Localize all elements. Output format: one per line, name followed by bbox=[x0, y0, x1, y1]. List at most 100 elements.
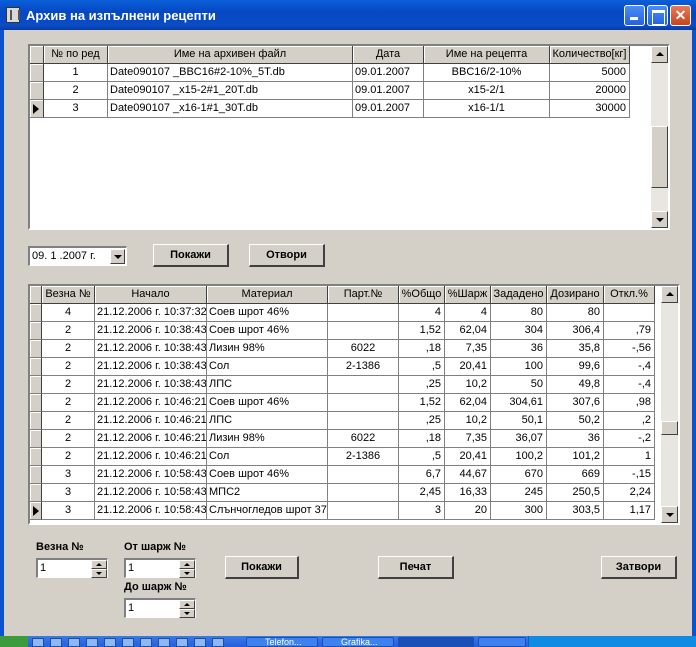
cell-scale[interactable]: 2 bbox=[42, 430, 95, 448]
title-bar[interactable]: Архив на изпълнени рецепти ✕ bbox=[0, 0, 696, 30]
column-header[interactable]: № по ред bbox=[44, 46, 108, 64]
cell-start-time[interactable]: 21.12.2006 г. 10:38:43 bbox=[95, 376, 207, 394]
cell-dosed-value[interactable]: 306,4 bbox=[547, 322, 604, 340]
cell-dosed-value[interactable]: 35,8 bbox=[547, 340, 604, 358]
cell-file-name[interactable]: Date090107 _BBC16#2-10%_5T.db bbox=[108, 64, 353, 82]
cell-date[interactable]: 09.01.2007 bbox=[353, 100, 424, 118]
cell-set-value[interactable]: 100,2 bbox=[491, 448, 547, 466]
cell-deviation[interactable]: -,56 bbox=[604, 340, 655, 358]
row-indicator[interactable] bbox=[30, 358, 42, 376]
column-header[interactable]: Откл.% bbox=[604, 286, 655, 304]
cell-set-value[interactable]: 50 bbox=[491, 376, 547, 394]
cell-scale[interactable]: 2 bbox=[42, 448, 95, 466]
cell-dosed-value[interactable]: 307,6 bbox=[547, 394, 604, 412]
cell-percent-batch[interactable]: 20 bbox=[445, 502, 491, 520]
quicklaunch-app2-icon[interactable] bbox=[122, 638, 134, 647]
cell-dosed-value[interactable]: 49,8 bbox=[547, 376, 604, 394]
scale-spinner[interactable]: 1 bbox=[36, 558, 108, 578]
row-indicator[interactable] bbox=[30, 430, 42, 448]
cell-percent-total[interactable]: ,18 bbox=[399, 340, 445, 358]
cell-scale[interactable]: 3 bbox=[42, 466, 95, 484]
column-header[interactable]: Количество[кг] bbox=[550, 46, 630, 64]
cell-set-value[interactable]: 300 bbox=[491, 502, 547, 520]
cell-percent-total[interactable]: 6,7 bbox=[399, 466, 445, 484]
row-indicator[interactable] bbox=[30, 64, 44, 82]
cell-part-number[interactable] bbox=[328, 502, 399, 520]
cell-set-value[interactable]: 245 bbox=[491, 484, 547, 502]
cell-percent-total[interactable]: ,18 bbox=[399, 430, 445, 448]
cell-part-number[interactable] bbox=[328, 466, 399, 484]
cell-start-time[interactable]: 21.12.2006 г. 10:46:21 bbox=[95, 430, 207, 448]
cell-deviation[interactable]: 2,24 bbox=[604, 484, 655, 502]
cell-material[interactable]: Соев шрот 46% bbox=[207, 322, 328, 340]
cell-scale[interactable]: 2 bbox=[42, 376, 95, 394]
cell-file-name[interactable]: Date090107 _x16-1#1_30T.db bbox=[108, 100, 353, 118]
row-indicator[interactable] bbox=[30, 484, 42, 502]
cell-percent-total[interactable]: ,25 bbox=[399, 412, 445, 430]
cell-deviation[interactable]: ,98 bbox=[604, 394, 655, 412]
details-scroll-down-button[interactable] bbox=[661, 506, 678, 523]
cell-percent-total[interactable]: 3 bbox=[399, 502, 445, 520]
cell-part-number[interactable] bbox=[328, 394, 399, 412]
cell-scale[interactable]: 2 bbox=[42, 394, 95, 412]
cell-quantity[interactable]: 20000 bbox=[550, 82, 630, 100]
cell-set-value[interactable]: 80 bbox=[491, 304, 547, 322]
scale-spin-up-button[interactable] bbox=[91, 560, 107, 569]
cell-material[interactable]: ЛПС bbox=[207, 412, 328, 430]
details-scroll-up-button[interactable] bbox=[661, 286, 678, 303]
cell-row-number[interactable]: 1 bbox=[44, 64, 108, 82]
cell-percent-batch[interactable]: 20,41 bbox=[445, 358, 491, 376]
cell-deviation[interactable]: -,2 bbox=[604, 430, 655, 448]
taskbar-task-2[interactable]: Grafika... bbox=[322, 637, 394, 647]
cell-start-time[interactable]: 21.12.2006 г. 10:38:43 bbox=[95, 358, 207, 376]
details-scroll-thumb[interactable] bbox=[661, 421, 678, 435]
cell-start-time[interactable]: 21.12.2006 г. 10:38:43 bbox=[95, 322, 207, 340]
cell-part-number[interactable] bbox=[328, 412, 399, 430]
maximize-button[interactable] bbox=[647, 5, 668, 26]
cell-percent-total[interactable]: 1,52 bbox=[399, 322, 445, 340]
cell-percent-batch[interactable]: 10,2 bbox=[445, 376, 491, 394]
column-header[interactable]: Материал bbox=[207, 286, 328, 304]
cell-dosed-value[interactable]: 250,5 bbox=[547, 484, 604, 502]
cell-recipe-name[interactable]: x15-2/1 bbox=[424, 82, 550, 100]
cell-set-value[interactable]: 100 bbox=[491, 358, 547, 376]
column-header[interactable]: Везна № bbox=[42, 286, 95, 304]
cell-percent-batch[interactable]: 62,04 bbox=[445, 322, 491, 340]
cell-part-number[interactable]: 6022 bbox=[328, 340, 399, 358]
cell-deviation[interactable]: 1 bbox=[604, 448, 655, 466]
cell-percent-total[interactable]: ,25 bbox=[399, 376, 445, 394]
taskbar-task-4[interactable] bbox=[478, 637, 526, 647]
cell-dosed-value[interactable]: 50,2 bbox=[547, 412, 604, 430]
cell-part-number[interactable]: 2-1386 bbox=[328, 448, 399, 466]
row-indicator[interactable] bbox=[30, 304, 42, 322]
print-button[interactable]: Печат bbox=[378, 556, 454, 579]
cell-part-number[interactable] bbox=[328, 484, 399, 502]
cell-material[interactable]: Лизин 98% bbox=[207, 430, 328, 448]
from-batch-spinner[interactable]: 1 bbox=[124, 558, 196, 578]
quicklaunch-app6-icon[interactable] bbox=[194, 638, 206, 647]
chevron-down-icon[interactable] bbox=[110, 249, 125, 264]
to-batch-spinner[interactable]: 1 bbox=[124, 598, 196, 618]
cell-scale[interactable]: 3 bbox=[42, 484, 95, 502]
cell-dosed-value[interactable]: 101,2 bbox=[547, 448, 604, 466]
cell-percent-batch[interactable]: 7,35 bbox=[445, 340, 491, 358]
cell-set-value[interactable]: 670 bbox=[491, 466, 547, 484]
cell-deviation[interactable]: ,2 bbox=[604, 412, 655, 430]
cell-percent-batch[interactable]: 44,67 bbox=[445, 466, 491, 484]
cell-material[interactable]: Сол bbox=[207, 358, 328, 376]
column-header[interactable]: Дата bbox=[353, 46, 424, 64]
row-indicator[interactable] bbox=[30, 502, 42, 520]
quicklaunch-app4-icon[interactable] bbox=[158, 638, 170, 647]
to-batch-spin-up-button[interactable] bbox=[179, 600, 195, 609]
archive-scroll-down-button[interactable] bbox=[651, 211, 668, 228]
quicklaunch-app5-icon[interactable] bbox=[176, 638, 188, 647]
cell-scale[interactable]: 4 bbox=[42, 304, 95, 322]
cell-file-name[interactable]: Date090107 _x15-2#1_20T.db bbox=[108, 82, 353, 100]
cell-material[interactable]: Слънчогледов шрот 37% bbox=[207, 502, 328, 520]
cell-start-time[interactable]: 21.12.2006 г. 10:37:32 bbox=[95, 304, 207, 322]
row-indicator[interactable] bbox=[30, 412, 42, 430]
cell-set-value[interactable]: 304,61 bbox=[491, 394, 547, 412]
cell-set-value[interactable]: 304 bbox=[491, 322, 547, 340]
cell-percent-batch[interactable]: 62,04 bbox=[445, 394, 491, 412]
cell-dosed-value[interactable]: 303,5 bbox=[547, 502, 604, 520]
